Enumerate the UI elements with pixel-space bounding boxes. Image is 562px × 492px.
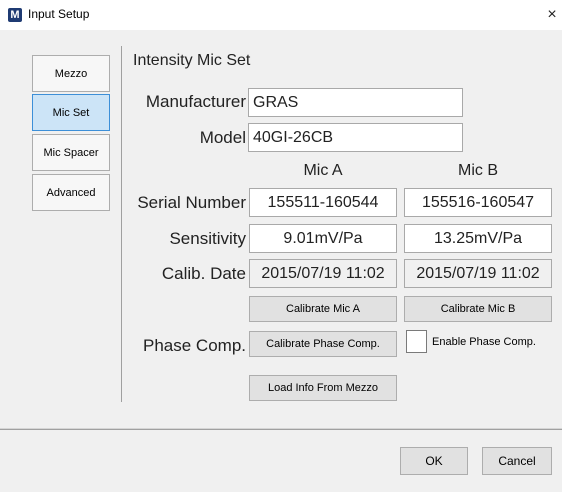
enable-phase-comp-label[interactable]: Enable Phase Comp. <box>432 336 536 348</box>
sensitivity-mic-b-field[interactable]: 13.25mV/Pa <box>404 224 552 253</box>
close-icon[interactable]: × <box>542 0 562 30</box>
mic-a-header: Mic A <box>303 162 343 179</box>
sidebar-item-mic-set[interactable]: Mic Set <box>32 94 110 131</box>
manufacturer-label: Manufacturer <box>145 92 246 111</box>
sidebar-item-mezzo[interactable]: Mezzo <box>32 55 110 92</box>
serial-mic-b-field[interactable]: 155516-160547 <box>404 188 552 217</box>
calibrate-mic-b-button[interactable]: Calibrate Mic B <box>404 296 552 322</box>
sidebar-item-mic-spacer[interactable]: Mic Spacer <box>32 134 110 171</box>
model-label: Model <box>199 128 246 147</box>
divider <box>121 46 122 402</box>
dialog-content: Mezzo Mic Set Mic Spacer Advanced Intens… <box>0 30 562 428</box>
calib-date-mic-a-field: 2015/07/19 11:02 <box>249 259 397 288</box>
sensitivity-label: Sensitivity <box>169 229 246 248</box>
model-field[interactable]: 40GI-26CB <box>248 123 463 152</box>
section-title: Intensity Mic Set <box>133 52 251 69</box>
calib-date-label: Calib. Date <box>161 264 246 283</box>
title-bar: M Input Setup × <box>0 0 562 30</box>
ok-button[interactable]: OK <box>400 447 468 475</box>
window-title: Input Setup <box>28 7 90 21</box>
enable-phase-comp-checkbox[interactable] <box>406 330 427 353</box>
calibrate-phase-comp-button[interactable]: Calibrate Phase Comp. <box>249 331 397 357</box>
manufacturer-field[interactable]: GRAS <box>248 88 463 117</box>
mic-b-header: Mic B <box>458 162 498 179</box>
sensitivity-mic-a-field[interactable]: 9.01mV/Pa <box>249 224 397 253</box>
sidebar-item-advanced[interactable]: Advanced <box>32 174 110 211</box>
dialog-footer: OK Cancel <box>0 428 562 492</box>
serial-mic-a-field[interactable]: 155511-160544 <box>249 188 397 217</box>
phase-comp-label: Phase Comp. <box>143 336 246 355</box>
cancel-button[interactable]: Cancel <box>482 447 552 475</box>
footer-divider <box>0 429 562 430</box>
serial-number-label: Serial Number <box>137 193 246 212</box>
app-logo-icon: M <box>8 8 22 22</box>
calibrate-mic-a-button[interactable]: Calibrate Mic A <box>249 296 397 322</box>
load-info-from-mezzo-button[interactable]: Load Info From Mezzo <box>249 375 397 401</box>
calib-date-mic-b-field: 2015/07/19 11:02 <box>404 259 552 288</box>
